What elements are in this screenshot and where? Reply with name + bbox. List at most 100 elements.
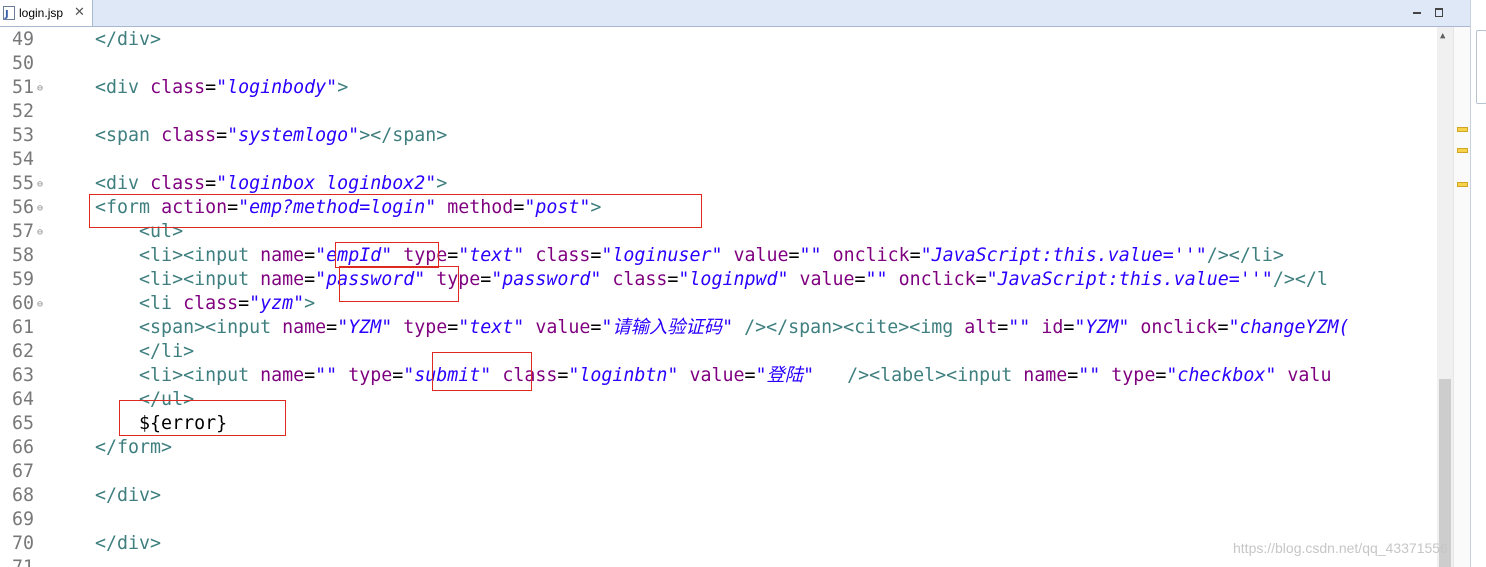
fold-collapse-icon[interactable]: ⊖ (37, 197, 43, 221)
code-line[interactable]: 60 ⊖ <li class="yzm"> (0, 292, 1437, 316)
line-number: 68 (12, 485, 35, 506)
line-number: 53 (12, 125, 35, 146)
code-token: /><label><input (847, 365, 1024, 386)
code-token: = (1217, 317, 1229, 338)
code-line[interactable]: 49 </div> (0, 28, 1437, 52)
vertical-scrollbar[interactable]: ▲ (1437, 27, 1453, 567)
code-text: <li><input name="empId" type="text" clas… (51, 244, 1284, 268)
fold-collapse-icon[interactable]: ⊖ (37, 77, 43, 101)
minimize-icon[interactable] (1410, 5, 1424, 19)
line-number: 51 (12, 77, 35, 98)
code-text: </form> (51, 436, 172, 460)
code-token: <li (51, 293, 184, 314)
code-line[interactable]: 70 </div> (0, 532, 1437, 556)
fold-collapse-icon[interactable]: ⊖ (37, 173, 43, 197)
code-line[interactable]: 54 (0, 148, 1437, 172)
scrollbar-thumb[interactable] (1439, 379, 1451, 567)
code-line[interactable]: 58 <li><input name="empId" type="text" c… (0, 244, 1437, 268)
code-token: "loginuser" (601, 245, 723, 266)
code-token: = (788, 245, 800, 266)
code-token: onclick (832, 245, 910, 266)
code-token: ></span> (359, 125, 448, 146)
code-token: > (337, 77, 349, 98)
code-line[interactable]: 62 </li> (0, 340, 1437, 364)
code-token: "password" (491, 269, 602, 290)
editor-tab-bar: J login.jsp ✕ (0, 0, 1470, 27)
line-number: 64 (12, 389, 35, 410)
code-token: = (304, 269, 316, 290)
code-token: <li><input (51, 269, 261, 290)
code-token: "loginpwd" (678, 269, 789, 290)
code-line[interactable]: 61 <span><input name="YZM" type="text" v… (0, 316, 1437, 340)
code-token: class (161, 125, 217, 146)
code-line[interactable]: 50 (0, 52, 1437, 76)
scroll-up-icon[interactable]: ▲ (1440, 31, 1445, 41)
code-line[interactable]: 59 <li><input name="password" type="pass… (0, 268, 1437, 292)
code-text: </div> (51, 532, 161, 556)
panel-handle[interactable] (1476, 30, 1486, 104)
code-text: <div class="loginbox loginbox2"> (51, 172, 447, 196)
close-icon[interactable]: ✕ (74, 4, 85, 20)
warning-marker[interactable] (1457, 127, 1468, 132)
code-token: = (1155, 365, 1167, 386)
code-text: <li><input name="" type="submit" class="… (51, 364, 1331, 388)
code-token: = (590, 245, 602, 266)
code-token: = (667, 269, 679, 290)
code-token: = (744, 365, 756, 386)
code-token: "" (865, 269, 888, 290)
tab-title: login.jsp (19, 6, 64, 20)
code-token: > (436, 173, 448, 194)
overview-ruler[interactable] (1453, 27, 1471, 567)
code-line[interactable]: 53 <span class="systemlogo"></span> (0, 124, 1437, 148)
code-text: </li> (51, 340, 194, 364)
code-token: = (997, 317, 1009, 338)
code-line[interactable]: 67 (0, 460, 1437, 484)
code-line[interactable]: 69 (0, 508, 1437, 532)
code-token: = (205, 77, 217, 98)
code-token: type (1111, 365, 1156, 386)
code-line[interactable]: 51 ⊖ <div class="loginbody"> (0, 76, 1437, 100)
code-token: "loginbox loginbox2" (216, 173, 437, 194)
code-line[interactable]: 52 (0, 100, 1437, 124)
code-editor[interactable]: 49 </div> 50 51 ⊖ <div class="loginbody"> 52… (0, 27, 1437, 567)
warning-marker[interactable] (1457, 148, 1468, 153)
code-line[interactable]: 55 ⊖ <div class="loginbox loginbox2"> (0, 172, 1437, 196)
code-token: = (1063, 317, 1075, 338)
code-text: </div> (51, 484, 161, 508)
fold-collapse-icon[interactable]: ⊖ (37, 293, 43, 317)
code-line[interactable]: 66 </form> (0, 436, 1437, 460)
code-token: <div (51, 77, 151, 98)
code-token: = (304, 365, 316, 386)
line-number: 58 (12, 245, 35, 266)
code-line[interactable]: 68 </div> (0, 484, 1437, 508)
warning-marker[interactable] (1457, 182, 1468, 187)
code-token: = (975, 269, 987, 290)
code-token: "text" (458, 245, 525, 266)
code-line[interactable]: 63 <li><input name="" type="submit" clas… (0, 364, 1437, 388)
line-number: 60 (12, 293, 35, 314)
fold-collapse-icon[interactable]: ⊖ (37, 221, 43, 245)
maximize-icon[interactable] (1432, 5, 1446, 19)
line-number: 66 (12, 437, 35, 458)
code-token: "checkbox" (1166, 365, 1277, 386)
code-token: value (689, 365, 745, 386)
code-token: "请输入验证码" (601, 317, 734, 338)
code-token: <span (51, 125, 162, 146)
code-token: = (590, 317, 602, 338)
code-token: value (535, 317, 591, 338)
code-line[interactable]: 71 (0, 556, 1437, 567)
tab-login-jsp[interactable]: J login.jsp ✕ (0, 0, 93, 26)
code-token: = (238, 293, 250, 314)
code-token: "YZM" (1074, 317, 1130, 338)
code-token: "YZM" (337, 317, 393, 338)
